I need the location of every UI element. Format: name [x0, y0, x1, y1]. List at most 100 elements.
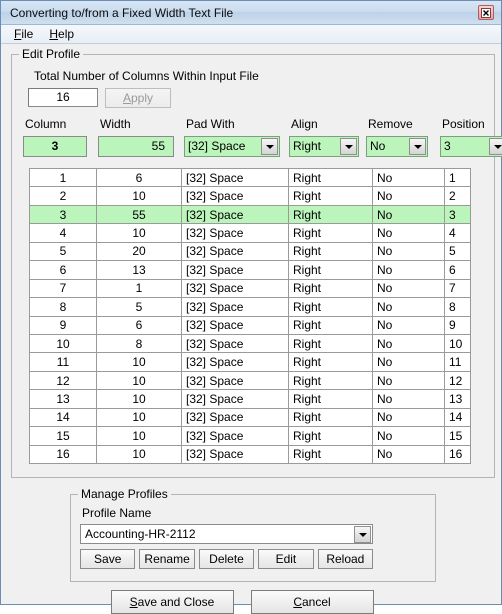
table-row[interactable]: 5 20 [32] Space Right No 5	[29, 241, 471, 262]
cell-position: 16	[444, 444, 471, 465]
close-icon[interactable]	[478, 5, 494, 20]
cell-pad-with: [32] Space	[181, 333, 289, 354]
cell-pad-with: [32] Space	[181, 370, 289, 391]
cell-column: 1	[29, 167, 97, 188]
editor-label-position: Position	[442, 117, 485, 131]
input-width[interactable]: 55	[98, 136, 174, 157]
reload-profile-button[interactable]: Reload	[317, 549, 374, 569]
table-row[interactable]: 15 10 [32] Space Right No 15	[29, 426, 471, 446]
table-row[interactable]: 16 10 [32] Space Right No 16	[29, 444, 471, 465]
table-row[interactable]: 7 1 [32] Space Right No 7	[29, 278, 471, 299]
cell-position: 12	[444, 370, 471, 391]
cell-align: Right	[288, 333, 373, 354]
cell-width: 13	[96, 260, 182, 280]
cell-column: 4	[29, 223, 97, 243]
cell-position: 7	[444, 278, 471, 299]
cell-pad-with: [32] Space	[181, 389, 289, 409]
apply-button[interactable]: Apply	[105, 88, 171, 108]
cell-pad-with: [32] Space	[181, 426, 289, 446]
cell-remove: No	[372, 260, 445, 280]
cell-width: 10	[96, 407, 182, 428]
table-row[interactable]: 2 10 [32] Space Right No 2	[29, 186, 471, 206]
profile-name-combobox[interactable]: Accounting-HR-2112	[80, 524, 373, 544]
table-row[interactable]: 11 10 [32] Space Right No 11	[29, 352, 471, 372]
total-columns-input[interactable]: 16	[28, 88, 98, 107]
cell-column: 7	[29, 278, 97, 299]
cell-align: Right	[288, 241, 373, 262]
delete-profile-button[interactable]: Delete	[198, 549, 255, 569]
cell-pad-with: [32] Space	[181, 407, 289, 428]
profile-name-value: Accounting-HR-2112	[85, 527, 196, 541]
rename-profile-button[interactable]: Rename	[139, 549, 195, 569]
editor-label-align: Align	[291, 117, 318, 131]
menu-bar: File Help	[1, 25, 501, 44]
menu-item-help-rest: elp	[58, 27, 75, 41]
columns-grid-container[interactable]: 1 6 [32] Space Right No 1 2 10 [32] Space Right No…	[23, 167, 481, 465]
table-row[interactable]: 3 55 [32] Space Right No 3	[29, 204, 471, 225]
combobox-position[interactable]: 3	[440, 136, 502, 157]
window-title: Converting to/from a Fixed Width Text Fi…	[10, 5, 234, 20]
columns-grid: 1 6 [32] Space Right No 1 2 10 [32] Space Right No…	[29, 167, 471, 465]
cell-column: 5	[29, 241, 97, 262]
cell-column: 9	[29, 315, 97, 335]
table-row[interactable]: 9 6 [32] Space Right No 9	[29, 315, 471, 335]
cell-align: Right	[288, 407, 373, 428]
table-row[interactable]: 12 10 [32] Space Right No 12	[29, 370, 471, 391]
table-row[interactable]: 14 10 [32] Space Right No 14	[29, 407, 471, 428]
save-and-close-button[interactable]: Save and Close	[110, 590, 234, 614]
table-row[interactable]: 4 10 [32] Space Right No 4	[29, 223, 471, 243]
cell-remove: No	[372, 370, 445, 391]
table-row[interactable]: 1 6 [32] Space Right No 1	[29, 167, 471, 188]
menu-item-file[interactable]: File	[9, 26, 42, 42]
cell-column: 8	[29, 297, 97, 317]
manage-profiles-group: Manage Profiles Profile Name Accounting-…	[70, 487, 436, 582]
table-row[interactable]: 10 8 [32] Space Right No 10	[29, 333, 471, 354]
input-column[interactable]: 3	[23, 136, 87, 157]
combobox-remove[interactable]: No	[366, 136, 428, 157]
cell-position: 14	[444, 407, 471, 428]
chevron-down-icon[interactable]	[261, 138, 278, 155]
cell-width: 10	[96, 186, 182, 206]
cell-column: 2	[29, 186, 97, 206]
cell-align: Right	[288, 186, 373, 206]
combobox-align[interactable]: Right	[289, 136, 359, 157]
table-row[interactable]: 6 13 [32] Space Right No 6	[29, 260, 471, 280]
editor-position: Position 3	[440, 117, 502, 163]
combobox-pad-with[interactable]: [32] Space	[184, 136, 280, 157]
editor-value-pad-with: [32] Space	[188, 139, 246, 153]
save-profile-button[interactable]: Save	[80, 549, 136, 569]
edit-profile-button[interactable]: Edit	[258, 549, 314, 569]
cell-position: 11	[444, 352, 471, 372]
cell-column: 11	[29, 352, 97, 372]
chevron-down-icon[interactable]	[340, 138, 357, 155]
cell-pad-with: [32] Space	[181, 444, 289, 465]
cell-align: Right	[288, 426, 373, 446]
cell-position: 3	[444, 204, 471, 225]
cell-width: 1	[96, 278, 182, 299]
cancel-button[interactable]: Cancel	[250, 590, 374, 614]
cell-pad-with: [32] Space	[181, 352, 289, 372]
cell-remove: No	[372, 333, 445, 354]
cell-width: 20	[96, 241, 182, 262]
cell-remove: No	[372, 426, 445, 446]
cell-width: 55	[96, 204, 182, 225]
table-row[interactable]: 13 10 [32] Space Right No 13	[29, 389, 471, 409]
table-row[interactable]: 8 5 [32] Space Right No 8	[29, 297, 471, 317]
cell-pad-with: [32] Space	[181, 315, 289, 335]
editor-value-align: Right	[293, 139, 322, 153]
profile-actions: Save Rename Delete Edit Reload	[80, 549, 374, 569]
cell-align: Right	[288, 352, 373, 372]
menu-item-file-rest: ile	[21, 27, 34, 41]
cell-align: Right	[288, 223, 373, 243]
menu-item-help[interactable]: Help	[44, 26, 83, 42]
chevron-down-icon[interactable]	[489, 138, 502, 155]
chevron-down-icon[interactable]	[409, 138, 426, 155]
profile-name-label: Profile Name	[82, 506, 152, 520]
cell-remove: No	[372, 186, 445, 206]
cell-remove: No	[372, 407, 445, 428]
cell-column: 3	[29, 204, 97, 225]
cell-remove: No	[372, 204, 445, 225]
edit-profile-group-label: Edit Profile	[19, 47, 84, 61]
cell-remove: No	[372, 223, 445, 243]
chevron-down-icon[interactable]	[354, 526, 371, 543]
